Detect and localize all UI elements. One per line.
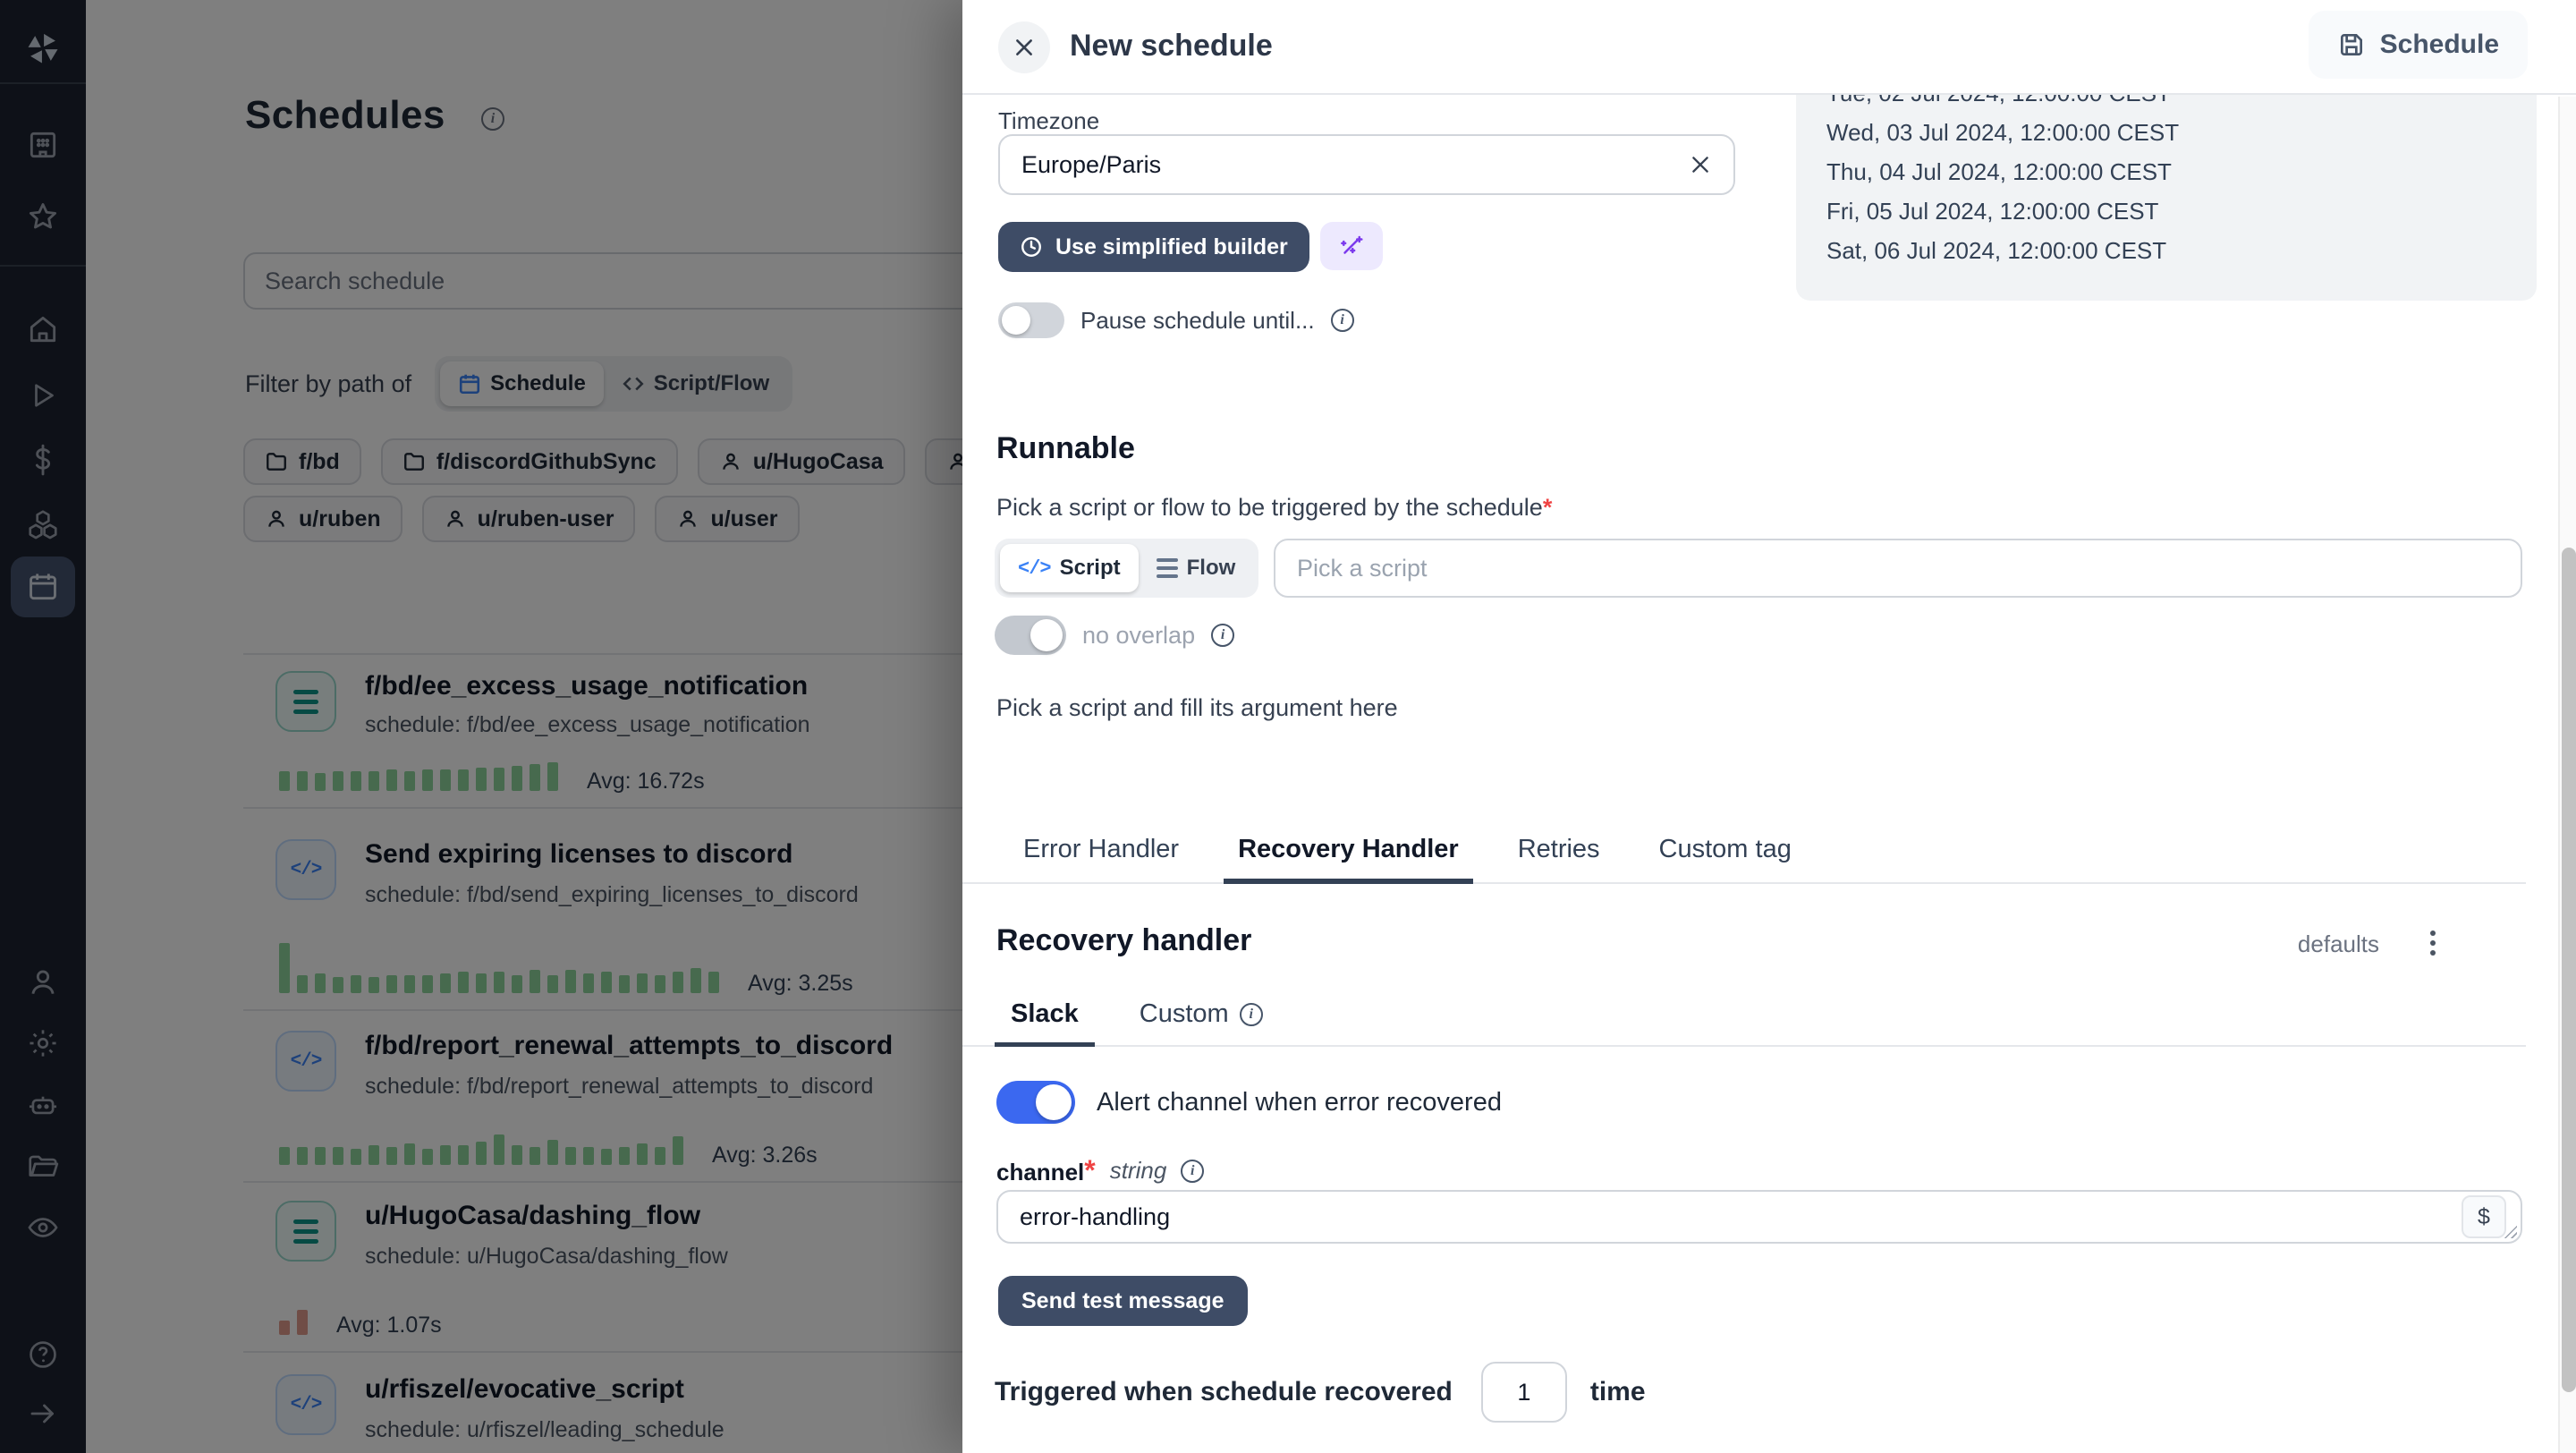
wand-sparkles-icon bbox=[1338, 233, 1365, 259]
handler-tabs: Error Handler Recovery Handler Retries C… bbox=[962, 820, 2526, 884]
code-icon: </> bbox=[1018, 557, 1051, 580]
recovery-subtabs: Slack Custom bbox=[962, 986, 2526, 1047]
alert-channel-toggle[interactable] bbox=[996, 1081, 1075, 1124]
ai-wand-button[interactable] bbox=[1320, 222, 1383, 270]
scrollbar-thumb[interactable] bbox=[2562, 548, 2576, 1392]
drawer-scrollbar[interactable] bbox=[2558, 97, 2576, 1453]
subtab-slack[interactable]: Slack bbox=[995, 986, 1095, 1047]
preview-date: Tue, 02 Jul 2024, 12:00:00 CEST bbox=[1826, 95, 2537, 113]
new-schedule-drawer: New schedule Schedule Tue, 02 Jul 2024, … bbox=[962, 0, 2576, 1453]
drawer-header: New schedule Schedule bbox=[962, 0, 2576, 95]
triggered-prefix: Triggered when schedule recovered bbox=[995, 1377, 1453, 1407]
runnable-description: Pick a script or flow to be triggered by… bbox=[996, 494, 1552, 522]
app-screen: Schedules Search schedule Filter by path… bbox=[0, 0, 2576, 1453]
runnable-hint: Pick a script and fill its argument here bbox=[996, 694, 1398, 722]
triggered-suffix: time bbox=[1590, 1377, 1646, 1407]
triggered-count-row: Triggered when schedule recovered 1 time bbox=[995, 1358, 1646, 1426]
channel-field-label: channel* string bbox=[996, 1154, 1204, 1187]
required-mark: * bbox=[1084, 1154, 1095, 1186]
pause-label: Pause schedule until... bbox=[1080, 307, 1315, 335]
no-overlap-label: no overlap bbox=[1082, 622, 1195, 650]
timezone-label: Timezone bbox=[998, 107, 1099, 135]
no-overlap-toggle[interactable] bbox=[995, 616, 1066, 655]
alert-channel-label: Alert channel when error recovered bbox=[1097, 1088, 1502, 1117]
drawer-body: Tue, 02 Jul 2024, 12:00:00 CEST Wed, 03 … bbox=[962, 95, 2576, 1453]
resize-handle[interactable] bbox=[2503, 1224, 2517, 1238]
modal-overlay[interactable] bbox=[0, 0, 962, 1453]
variable-picker-button[interactable]: $ bbox=[2462, 1195, 2506, 1238]
runnable-heading: Runnable bbox=[996, 431, 1135, 466]
alert-channel-row: Alert channel when error recovered bbox=[996, 1081, 1502, 1124]
pause-toggle[interactable] bbox=[998, 302, 1064, 338]
clock-icon bbox=[1020, 235, 1043, 259]
info-icon[interactable] bbox=[1211, 624, 1234, 647]
timezone-input[interactable]: Europe/Paris bbox=[998, 134, 1735, 195]
info-icon[interactable] bbox=[1240, 1003, 1263, 1026]
no-overlap-row: no overlap bbox=[995, 616, 1234, 655]
tab-custom-tag[interactable]: Custom tag bbox=[1645, 820, 1806, 884]
close-icon bbox=[1013, 36, 1036, 59]
kind-flow-option[interactable]: Flow bbox=[1139, 544, 1254, 592]
info-icon[interactable] bbox=[1331, 309, 1354, 332]
script-picker-placeholder: Pick a script bbox=[1297, 555, 1428, 582]
drawer-title: New schedule bbox=[1070, 29, 1273, 64]
channel-type: string bbox=[1110, 1157, 1167, 1185]
kind-script-option[interactable]: </> Script bbox=[1000, 544, 1139, 592]
recovered-times-input[interactable]: 1 bbox=[1481, 1362, 1567, 1423]
clear-icon bbox=[1689, 153, 1712, 176]
runnable-kind-toggle: </> Script Flow bbox=[995, 539, 1258, 598]
preview-date: Fri, 05 Jul 2024, 12:00:00 CEST bbox=[1826, 191, 2537, 231]
preview-date: Wed, 03 Jul 2024, 12:00:00 CEST bbox=[1826, 113, 2537, 152]
simplified-builder-button[interactable]: Use simplified builder bbox=[998, 222, 1309, 272]
tab-error-handler[interactable]: Error Handler bbox=[1009, 820, 1193, 884]
schedule-preview-panel: Tue, 02 Jul 2024, 12:00:00 CEST Wed, 03 … bbox=[1796, 95, 2537, 301]
save-icon bbox=[2337, 30, 2366, 59]
channel-input[interactable]: error-handling $ bbox=[996, 1190, 2522, 1244]
info-icon[interactable] bbox=[1181, 1160, 1204, 1183]
required-mark: * bbox=[1543, 494, 1553, 521]
tab-recovery-handler[interactable]: Recovery Handler bbox=[1224, 820, 1473, 884]
flow-icon bbox=[1157, 558, 1178, 578]
send-test-message-button[interactable]: Send test message bbox=[998, 1276, 1248, 1326]
subtab-custom[interactable]: Custom bbox=[1123, 986, 1279, 1047]
preview-date: Sat, 06 Jul 2024, 12:00:00 CEST bbox=[1826, 231, 2537, 270]
tab-retries[interactable]: Retries bbox=[1504, 820, 1614, 884]
preview-date: Thu, 04 Jul 2024, 12:00:00 CEST bbox=[1826, 152, 2537, 191]
kebab-menu-icon[interactable] bbox=[2419, 929, 2447, 957]
recovery-handler-heading: Recovery handler bbox=[996, 923, 1251, 958]
clear-timezone-button[interactable] bbox=[1689, 153, 1712, 176]
script-picker-input[interactable]: Pick a script bbox=[1274, 539, 2522, 598]
save-schedule-button[interactable]: Schedule bbox=[2309, 11, 2528, 79]
pause-schedule-row: Pause schedule until... bbox=[998, 302, 1354, 338]
defaults-label[interactable]: defaults bbox=[2298, 930, 2379, 958]
close-button[interactable] bbox=[998, 21, 1050, 73]
